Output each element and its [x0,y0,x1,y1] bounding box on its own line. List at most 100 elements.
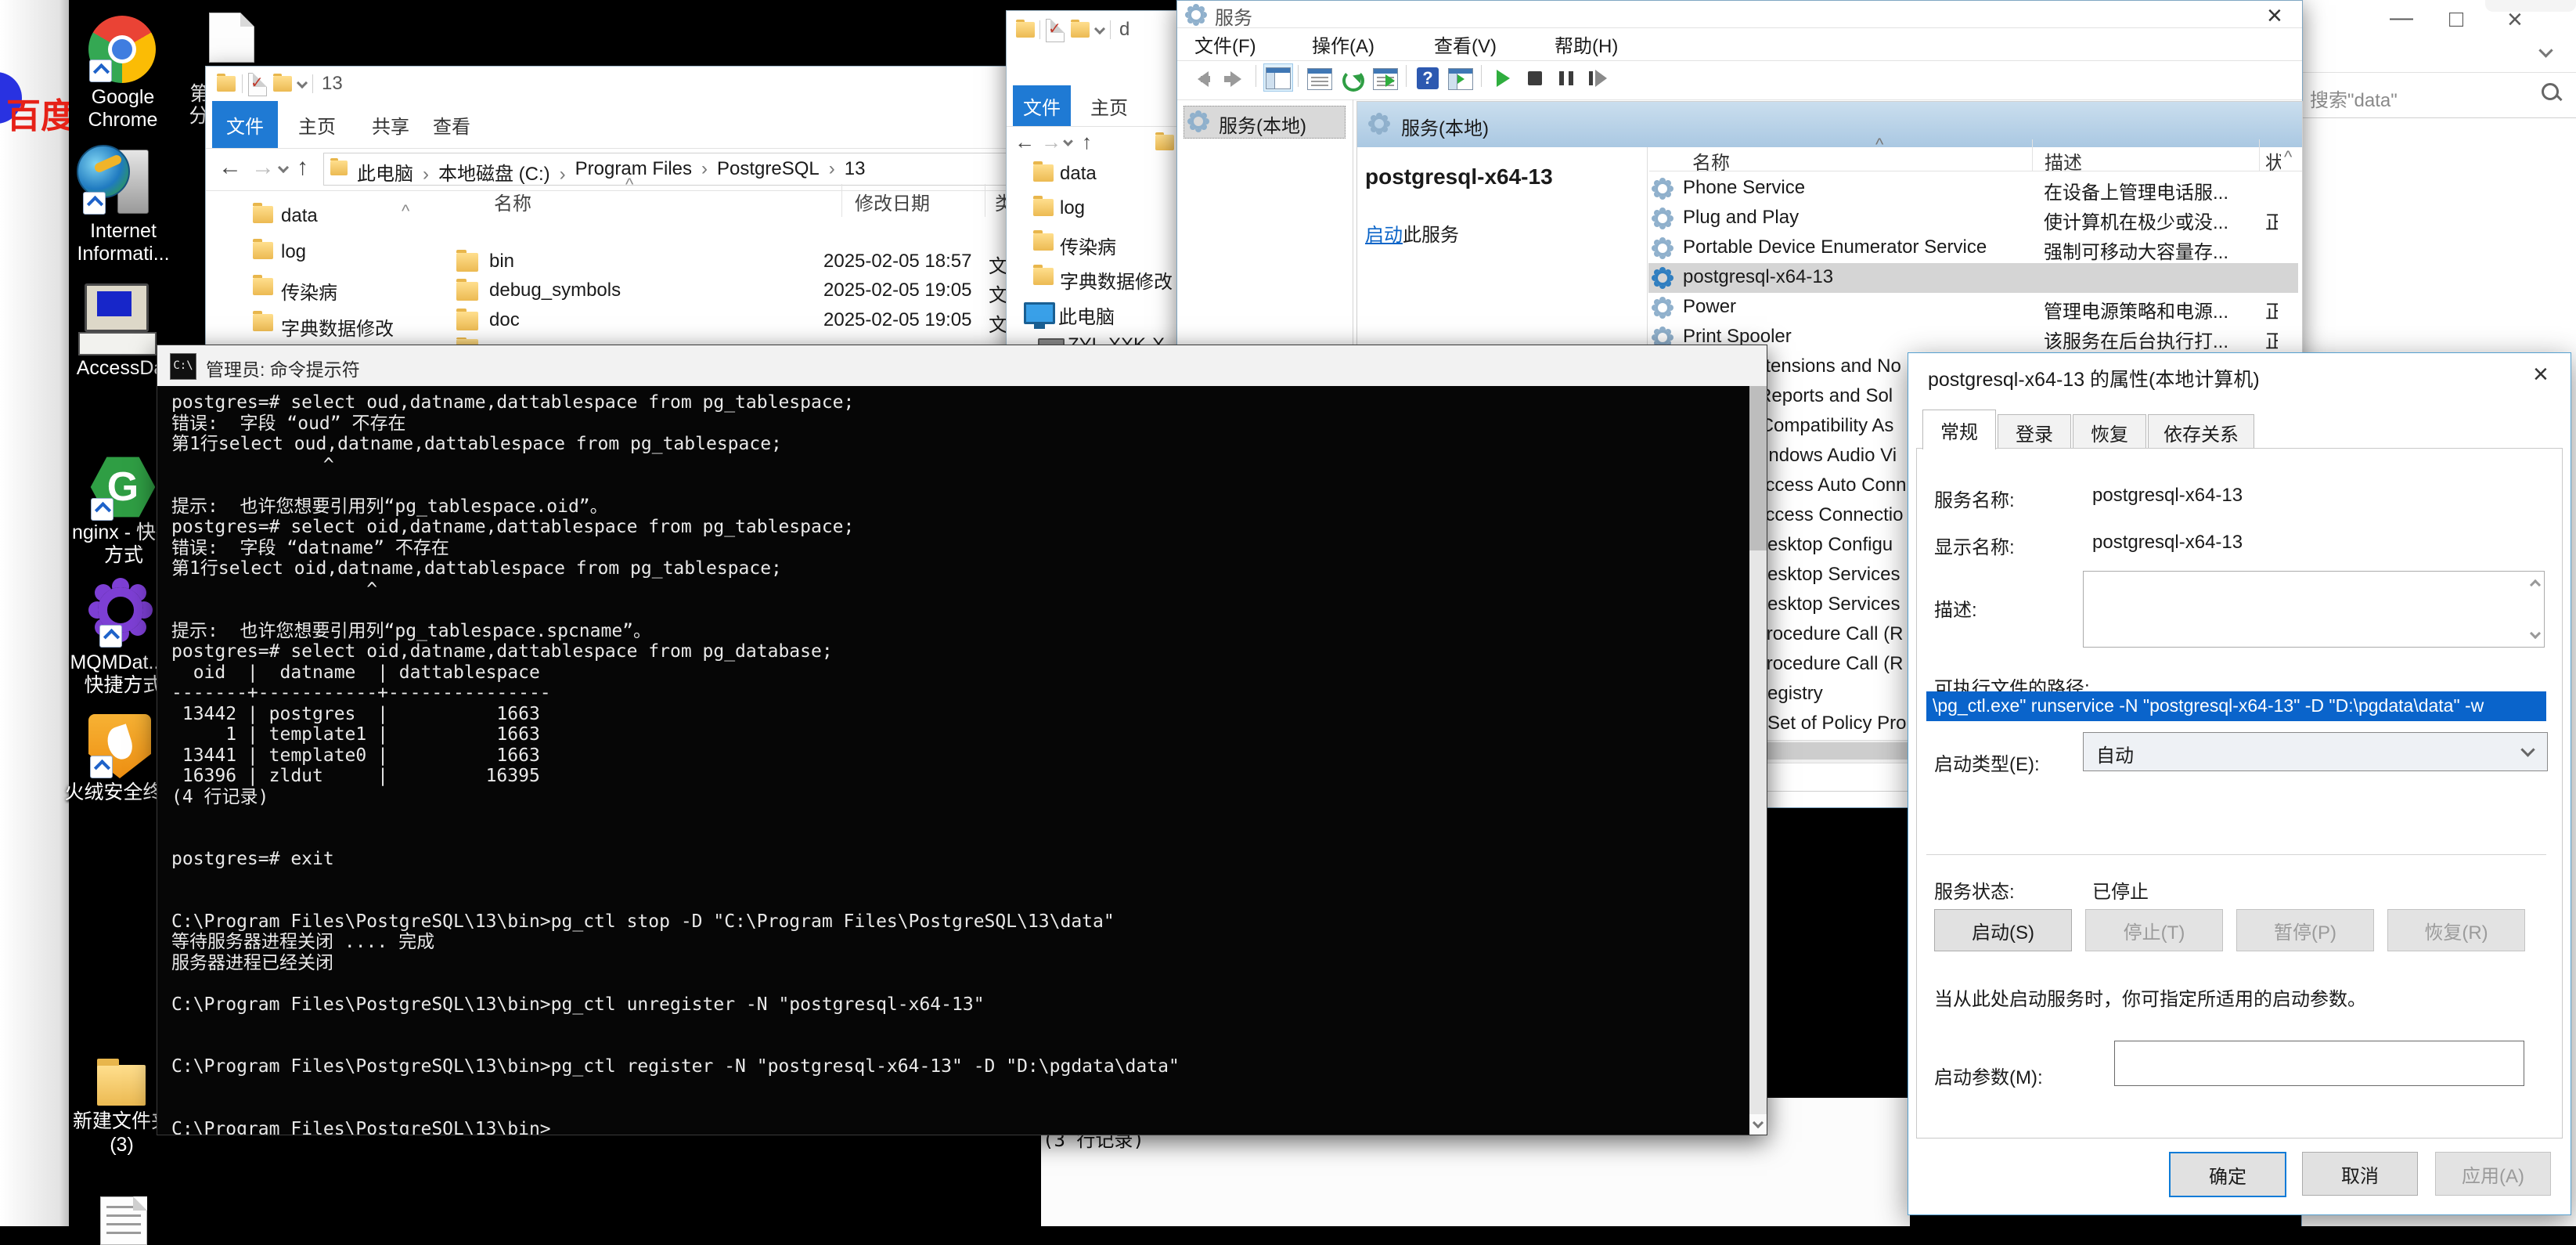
list-item-chuanranbing[interactable]: 传染病 [1060,232,1116,259]
up-icon[interactable]: ↑ [297,154,308,181]
column-divider[interactable] [2259,139,2260,171]
scroll-up-icon[interactable] [2530,579,2541,590]
scroll-down-icon[interactable] [2530,628,2541,639]
service-row[interactable]: Phone Service 在设备上管理电话服... [1648,174,2298,204]
column-header-name[interactable]: 名称 [494,188,531,215]
menu-action[interactable]: 操作(A) [1312,31,1374,58]
sidebar-item-data[interactable]: data [281,205,318,227]
forward-icon[interactable]: → [251,154,275,181]
history-dropdown-icon[interactable] [1063,136,1073,146]
menu-file[interactable]: 文件(F) [1194,31,1256,58]
terminal-titlebar[interactable]: C:\ 管理员: 命令提示符 [157,345,1767,386]
service-row[interactable]: Power 管理电源策略和电源... 正在运行 [1648,293,2298,323]
back-button[interactable] [1188,65,1216,92]
tab-recovery[interactable]: 恢复 [2073,414,2146,449]
folder-icon[interactable] [273,76,292,92]
tab-home[interactable]: 主页 [294,101,340,148]
path-value-selected[interactable]: \pg_ctl.exe" runservice -N "postgresql-x… [1926,691,2546,721]
back-icon[interactable]: ← [218,154,242,181]
properties-button[interactable] [1306,65,1334,92]
pause-button[interactable]: 暂停(P) [2236,909,2374,951]
up-icon[interactable]: ↑ [1082,130,1092,154]
start-service-button[interactable] [1490,65,1519,92]
refresh-button[interactable] [1338,65,1367,92]
export-list-button[interactable] [1371,65,1400,92]
desktop-icon-chrome[interactable]: Google Chrome [64,14,182,139]
breadcrumb-item[interactable]: 13 [845,158,866,186]
column-divider[interactable] [2032,139,2033,171]
pause-service-button[interactable] [1553,65,1581,92]
tab-dependencies[interactable]: 依存关系 [2148,414,2254,449]
apply-button[interactable]: 应用(A) [2435,1152,2551,1196]
stop-service-button[interactable] [1522,65,1550,92]
menu-help[interactable]: 帮助(H) [1555,31,1618,58]
help-button[interactable] [1414,65,1442,92]
tab-share[interactable]: 共享 [367,101,414,148]
sidebar-scroll-up-icon[interactable]: ^ [402,201,409,222]
list-item-this-pc[interactable]: 此电脑 [1058,301,1115,329]
minimize-icon[interactable]: — [2390,5,2413,31]
forward-icon[interactable]: → [1041,130,1061,154]
cancel-button[interactable]: 取消 [2302,1152,2418,1196]
menu-view[interactable]: 查看(V) [1434,31,1497,58]
search-icon[interactable] [2542,83,2559,100]
tab-file[interactable]: 文件 [212,101,278,148]
list-item-zidian[interactable]: 字典数据修改 [1060,266,1184,294]
folder-icon[interactable] [1016,22,1035,38]
sidebar-item-chuanranbing[interactable]: 传染病 [281,277,337,305]
history-dropdown-icon[interactable] [278,162,289,173]
tab-file[interactable]: 文件 [1013,85,1071,126]
tab-view[interactable]: 查看 [428,101,475,148]
qat-dropdown-icon[interactable] [1094,23,1105,34]
start-button[interactable]: 启动(S) [1934,909,2072,951]
close-icon[interactable]: × [2533,359,2549,390]
service-desc: 管理电源策略和电源... [2044,296,2261,323]
terminal-body[interactable]: postgres=# select oud,datname,dattablesp… [157,386,1767,1135]
startup-type-select[interactable]: 自动 [2083,732,2548,771]
maximize-icon[interactable]: □ [2449,6,2463,33]
sidebar-item-zidian[interactable]: 字典数据修改 [281,313,394,341]
folder-icon[interactable] [217,76,236,92]
document-icon-top[interactable] [209,13,254,63]
scrollbar-thumb[interactable] [1749,386,1767,550]
description-textarea[interactable] [2083,571,2545,648]
terminal-scrollbar[interactable] [1749,386,1767,1135]
breadcrumb-item[interactable]: 本地磁盘 (C:) [438,158,575,186]
tab-general[interactable]: 常规 [1922,410,1996,449]
forward-button[interactable] [1221,65,1249,92]
breadcrumb-item[interactable]: Program Files [575,158,717,186]
list-item-log[interactable]: log [1060,197,1085,219]
stop-button[interactable]: 停止(T) [2085,909,2223,951]
toolbar-top-divider [1177,60,2302,61]
restart-service-button[interactable] [1584,65,1612,92]
resume-button[interactable]: 恢复(R) [2387,909,2525,951]
show-console-tree-button[interactable] [1263,63,1293,92]
list-scroll-up-icon[interactable]: ^ [2284,147,2292,168]
show-action-pane-button[interactable] [1447,65,1475,92]
column-header-date[interactable]: 修改日期 [855,188,930,215]
search-input[interactable]: 搜索"data" [2310,85,2398,112]
start-service-link[interactable]: 启动 [1365,225,1403,246]
qat-dropdown-icon[interactable] [297,78,308,88]
address-bar[interactable]: 此电脑本地磁盘 (C:)Program FilesPostgreSQL13 [323,153,1089,186]
sidebar-item-log[interactable]: log [281,241,306,263]
scroll-down-box[interactable] [1749,1114,1767,1135]
service-row[interactable]: Plug and Play 使计算机在极少或没... 正在运行 [1648,204,2298,233]
list-item-data[interactable]: data [1060,163,1097,185]
breadcrumb-item[interactable]: 此电脑 [357,158,438,186]
service-row[interactable]: Portable Device Enumerator Service 强制可移动… [1648,233,2298,263]
breadcrumb-item[interactable]: PostgreSQL [717,158,845,186]
start-params-input[interactable] [2114,1041,2524,1086]
ok-button[interactable]: 确定 [2169,1152,2286,1197]
desktop-icon-iis[interactable]: Internet Informati... [63,143,184,269]
chevron-down-icon[interactable] [2538,43,2553,57]
tree-item-services-local[interactable]: 服务(本地) [1184,106,1346,139]
tab-logon[interactable]: 登录 [1998,414,2071,449]
column-divider[interactable] [841,184,842,217]
tree-item-label: 服务(本地) [1219,110,1306,138]
document-icon[interactable] [100,1196,147,1245]
tab-home[interactable]: 主页 [1081,85,1137,126]
back-icon[interactable]: ← [1014,130,1035,154]
service-row-selected[interactable]: postgresql-x64-13 [1648,263,2298,293]
folder-icon[interactable] [1071,22,1090,38]
